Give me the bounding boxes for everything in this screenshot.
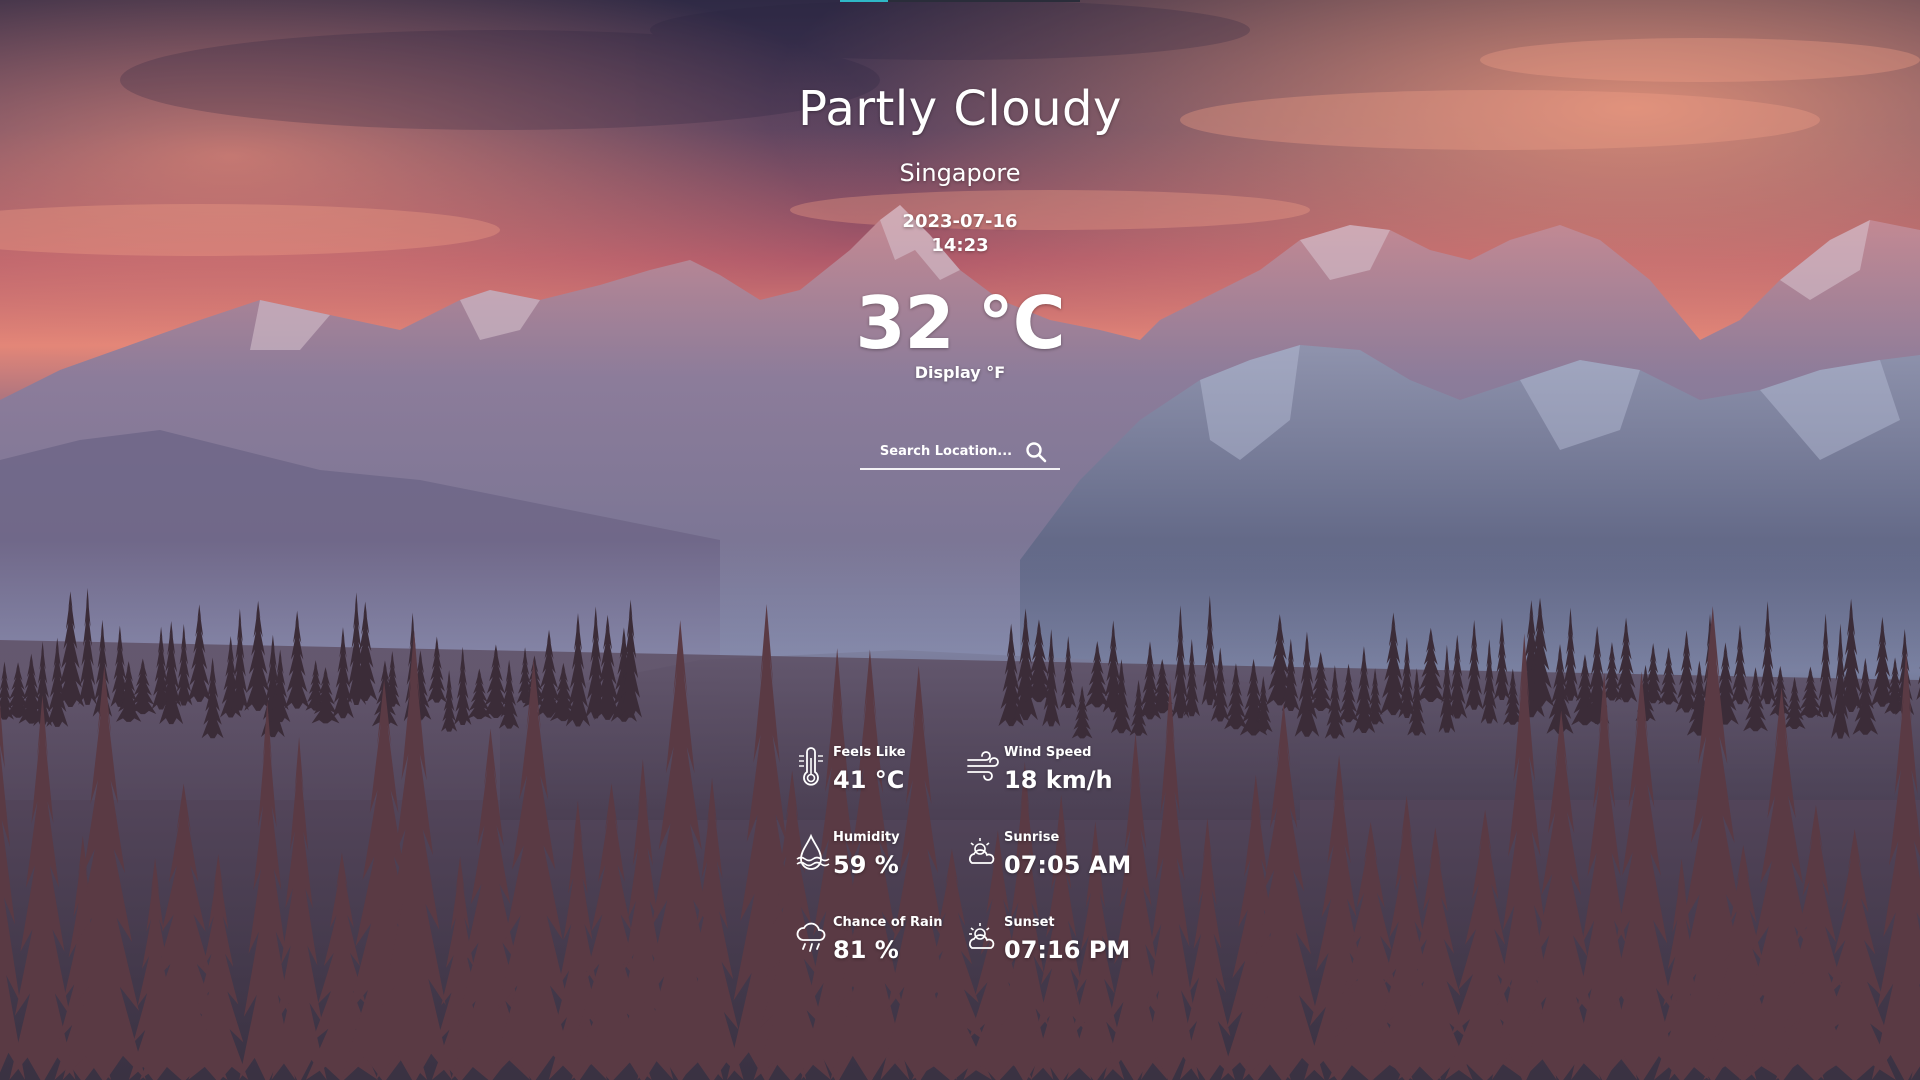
current-temperature: 32 °C <box>855 281 1065 365</box>
stat-label: Sunrise <box>1004 830 1060 845</box>
stat-value: 59 % <box>833 851 899 879</box>
sunrise-icon <box>966 833 998 873</box>
search-input[interactable] <box>860 434 1020 468</box>
stat-feels-like: Feels Like 41 °C <box>795 744 995 808</box>
stat-value: 07:05 AM <box>1004 851 1132 879</box>
stat-value: 41 °C <box>833 766 905 794</box>
stat-wind-speed: Wind Speed 18 km/h <box>966 744 1166 808</box>
stat-value: 18 km/h <box>1004 766 1113 794</box>
search-icon <box>1026 442 1047 463</box>
weather-app: Partly Cloudy Singapore 2023-07-16 14:23… <box>0 0 1920 1080</box>
sunset-icon <box>966 918 998 958</box>
search-bar <box>860 434 1060 470</box>
stat-sunset: Sunset 07:16 PM <box>966 914 1166 978</box>
unit-toggle-button[interactable]: Display °F <box>860 362 1060 384</box>
humidity-icon <box>795 833 830 873</box>
stat-label: Feels Like <box>833 745 906 760</box>
stat-value: 81 % <box>833 936 899 964</box>
stat-chance-of-rain: Chance of Rain 81 % <box>795 914 995 978</box>
thermometer-icon <box>795 747 827 788</box>
wind-icon <box>966 748 999 788</box>
stat-sunrise: Sunrise 07:05 AM <box>966 829 1166 893</box>
stat-label: Sunset <box>1004 915 1055 930</box>
stat-label: Humidity <box>833 830 900 845</box>
weather-condition-title: Partly Cloudy <box>798 81 1122 137</box>
stat-label: Chance of Rain <box>833 915 943 930</box>
location-name: Singapore <box>899 159 1021 187</box>
rain-cloud-icon <box>795 918 827 958</box>
current-date: 2023-07-16 <box>902 211 1018 232</box>
search-button[interactable] <box>1024 439 1050 465</box>
stat-value: 07:16 PM <box>1004 936 1131 964</box>
current-time: 14:23 <box>931 235 989 256</box>
stat-humidity: Humidity 59 % <box>795 829 995 893</box>
stat-label: Wind Speed <box>1004 745 1092 760</box>
